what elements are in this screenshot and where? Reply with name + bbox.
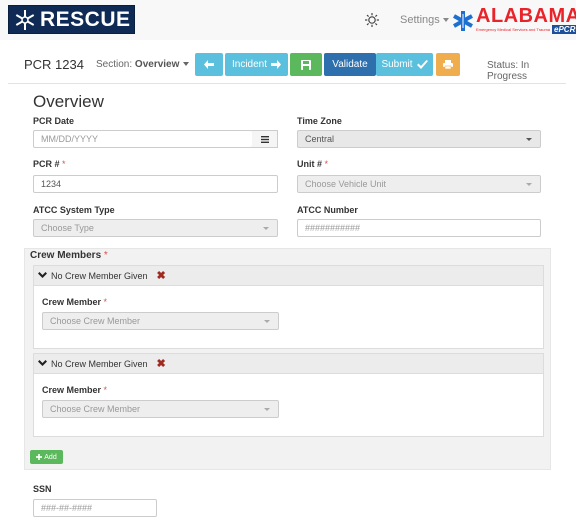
add-crew-member-button[interactable]: Add: [30, 450, 63, 464]
printer-icon: [443, 60, 453, 69]
atcc-system-type-placeholder: Choose Type: [41, 223, 94, 233]
time-zone-value: Central: [305, 134, 335, 144]
unit-number-label-text: Unit #: [297, 159, 323, 169]
logo-text: RESCUE: [40, 7, 131, 31]
chevron-down-icon: [263, 227, 269, 230]
required-marker: *: [62, 159, 66, 169]
pcr-id: PCR 1234: [24, 57, 84, 72]
floppy-disk-icon: [301, 59, 311, 70]
unit-number-label: Unit # *: [297, 159, 328, 169]
star-of-life-icon: [15, 9, 35, 30]
pcr-number-label: PCR # *: [33, 159, 66, 169]
time-zone-select[interactable]: Central: [297, 130, 541, 148]
checkmark-icon: [416, 60, 428, 69]
chevron-down-icon: [264, 408, 270, 411]
top-navbar: RESCUE Settings ALABAMA Emergency Medica…: [0, 0, 576, 40]
crew-members-title-text: Crew Members: [30, 250, 102, 261]
brightness-gear-icon[interactable]: [364, 12, 380, 28]
plus-icon: [36, 454, 43, 460]
save-button[interactable]: [290, 53, 322, 76]
section-value: Overview: [134, 59, 180, 70]
required-marker: *: [103, 297, 108, 307]
remove-crew-member-icon[interactable]: ✖: [157, 357, 166, 370]
section-prefix: Section:: [96, 59, 133, 70]
pcr-number-input[interactable]: 1234: [33, 175, 278, 193]
chevron-down-icon: [38, 360, 47, 366]
brand-epcr-tag: ePCR: [552, 25, 576, 34]
submit-label: Submit: [381, 59, 413, 70]
pcr-date-input[interactable]: MM/DD/YYYY: [33, 130, 253, 148]
crew-member-label: Crew Member *: [42, 385, 107, 395]
ssn-label: SSN: [33, 484, 52, 494]
chevron-down-icon: [442, 18, 449, 23]
brand-subtitle: Emergency Medical Services and Trauma: [476, 27, 551, 32]
time-zone-label: Time Zone: [297, 116, 342, 126]
section-selector[interactable]: Section: Overview: [96, 59, 190, 70]
rescue-logo[interactable]: RESCUE: [8, 5, 135, 34]
required-marker: *: [103, 385, 108, 395]
alabama-brand-logo: ALABAMA Emergency Medical Services and T…: [452, 4, 576, 38]
validate-button[interactable]: Validate: [324, 53, 376, 76]
arrow-left-icon: [204, 60, 214, 69]
submit-button[interactable]: Submit: [376, 53, 433, 76]
crew-member-header[interactable]: No Crew Member Given ✖: [34, 354, 543, 374]
ssn-input[interactable]: ###-##-####: [33, 499, 157, 517]
atcc-system-type-select[interactable]: Choose Type: [33, 219, 278, 237]
incident-button[interactable]: Incident: [225, 53, 288, 76]
chevron-down-icon: [526, 138, 532, 141]
calendar-list-icon: [260, 135, 269, 143]
status-text: Status: In Progress: [487, 60, 530, 82]
add-label: Add: [44, 453, 57, 461]
chevron-down-icon: [264, 320, 270, 323]
crew-member-label-text: Crew Member: [42, 297, 102, 307]
incident-label: Incident: [231, 59, 268, 70]
chevron-down-icon: [183, 62, 190, 67]
crew-members-title: Crew Members *: [30, 250, 108, 261]
crew-member-placeholder: Choose Crew Member: [50, 316, 141, 326]
atcc-number-label: ATCC Number: [297, 205, 358, 215]
star-of-life-brand-icon: [453, 11, 473, 31]
required-marker: *: [324, 159, 329, 169]
crew-member-label-text: Crew Member: [42, 385, 102, 395]
remove-crew-member-icon[interactable]: ✖: [157, 269, 166, 282]
settings-menu[interactable]: Settings: [400, 14, 449, 26]
calendar-button[interactable]: [252, 130, 278, 148]
crew-member-select[interactable]: Choose Crew Member: [42, 312, 279, 330]
atcc-number-input[interactable]: ###########: [297, 219, 541, 237]
validate-label: Validate: [332, 59, 368, 70]
chevron-down-icon: [526, 183, 532, 186]
pcr-number-label-text: PCR #: [33, 159, 60, 169]
print-button[interactable]: [436, 53, 460, 76]
crew-member-card: No Crew Member Given ✖ Crew Member * Cho…: [33, 353, 544, 437]
arrow-right-icon: [271, 60, 282, 69]
atcc-system-type-label: ATCC System Type: [33, 205, 115, 215]
back-button[interactable]: [195, 53, 223, 76]
crew-member-heading: No Crew Member Given: [51, 358, 148, 369]
pcr-date-label: PCR Date: [33, 116, 75, 126]
required-marker: *: [103, 250, 108, 261]
chevron-down-icon: [38, 272, 47, 278]
crew-member-select[interactable]: Choose Crew Member: [42, 400, 279, 418]
crew-member-heading: No Crew Member Given: [51, 270, 148, 281]
unit-number-placeholder: Choose Vehicle Unit: [305, 179, 387, 189]
settings-label: Settings: [400, 14, 440, 26]
unit-number-select[interactable]: Choose Vehicle Unit: [297, 175, 541, 193]
crew-member-card: No Crew Member Given ✖ Crew Member * Cho…: [33, 265, 544, 349]
crew-member-placeholder: Choose Crew Member: [50, 404, 141, 414]
page-title: Overview: [33, 92, 104, 111]
crew-member-label: Crew Member *: [42, 297, 107, 307]
pcr-toolbar: PCR 1234 Section: Overview Incident Vali…: [8, 46, 566, 84]
crew-member-header[interactable]: No Crew Member Given ✖: [34, 266, 543, 286]
